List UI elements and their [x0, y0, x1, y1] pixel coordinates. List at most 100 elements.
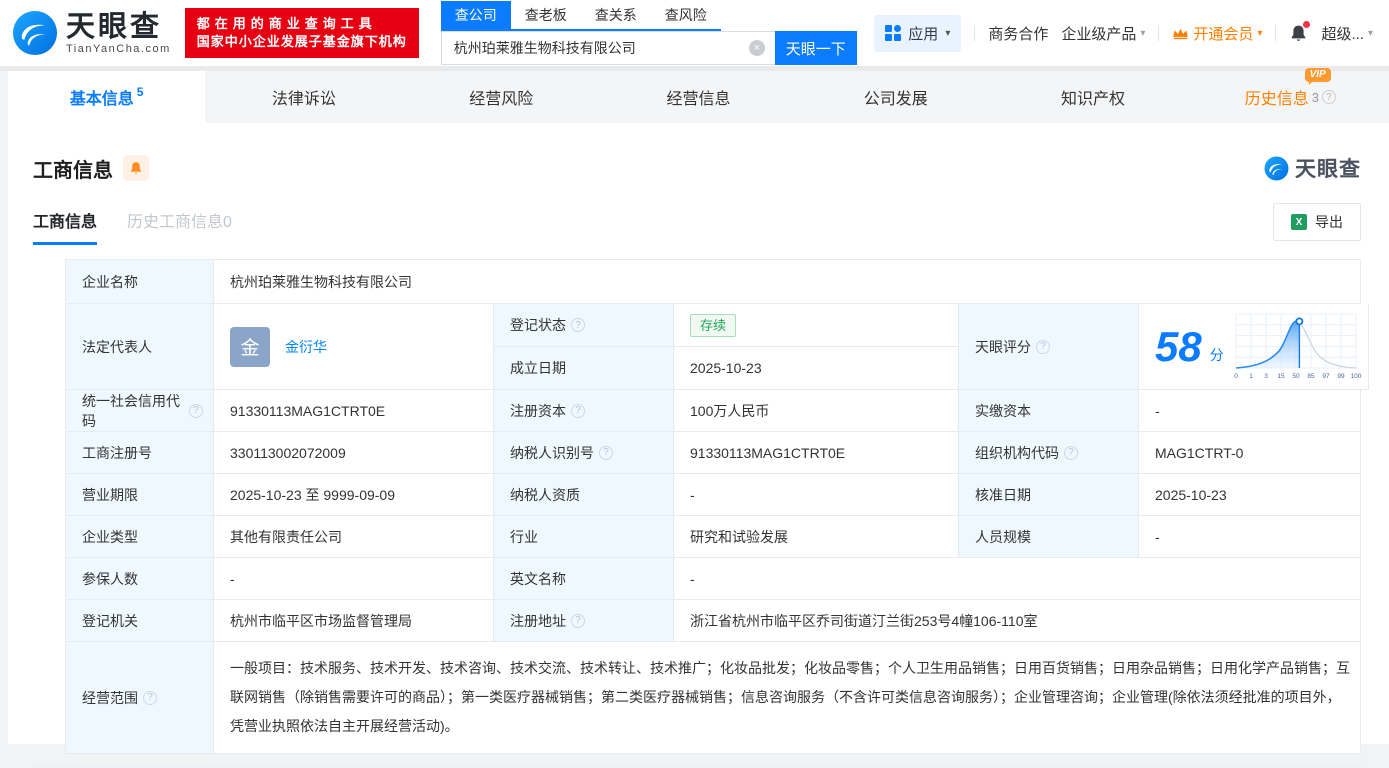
field-value-establish-date: 2025-10-23 [674, 347, 959, 390]
field-label-approval-date: 核准日期 [959, 474, 1139, 516]
subtab-business-info[interactable]: 工商信息 [33, 208, 98, 245]
tab-intellectual-property[interactable]: 知识产权 [994, 71, 1191, 123]
subtab-history-business-info[interactable]: 历史工商信息0 [127, 208, 232, 245]
field-label-registration-authority: 登记机关 [66, 600, 214, 642]
field-value-credit-code: 91330113MAG1CTRT0E [214, 390, 494, 432]
field-value-staff-size: - [1139, 516, 1361, 558]
help-icon[interactable]: ? [599, 445, 613, 460]
help-icon[interactable]: ? [1036, 339, 1050, 354]
nav-divider [1158, 25, 1160, 41]
field-value-paid-capital: - [1139, 390, 1361, 432]
tab-label: 经营信息 [666, 91, 731, 108]
help-icon[interactable]: ? [189, 403, 203, 418]
search-area: 查公司 查老板 查关系 查风险 × 天眼一下 [440, 1, 857, 65]
svg-text:85: 85 [1307, 373, 1315, 380]
field-value-company-type: 其他有限责任公司 [214, 516, 494, 558]
field-label-insured-count: 参保人数 [66, 558, 214, 600]
section-tabs: 基本信息 5 法律诉讼 经营风险 经营信息 公司发展 知识产权 VIP 历史信息… [8, 68, 1389, 123]
nav-super-vip[interactable]: 超级... ▾ [1321, 23, 1373, 44]
svg-text:15: 15 [1277, 373, 1285, 380]
field-label-english-name: 英文名称 [494, 558, 674, 600]
tab-label: 公司发展 [863, 91, 928, 108]
search-type-tabs: 查公司 查老板 查关系 查风险 [440, 1, 721, 31]
tianyancha-watermark: 天眼查 [1264, 153, 1361, 183]
nav-enterprise-products[interactable]: 企业级产品 ▾ [1061, 23, 1145, 44]
tab-count: 5 [136, 85, 144, 99]
chevron-down-icon: ▾ [1140, 27, 1146, 39]
field-label-registration-status: 登记状态 ? [494, 304, 674, 347]
help-icon[interactable]: ? [143, 690, 157, 705]
search-button[interactable]: 天眼一下 [774, 31, 857, 65]
tab-history-info[interactable]: VIP 历史信息 3 ? [1192, 68, 1389, 123]
table-row: 工商注册号 330113002072009 纳税人识别号 ? 91330113M… [66, 432, 1361, 474]
score-distribution-chart: 0 1 3 15 50 85 97 99 100 [1234, 313, 1362, 380]
notification-bell-icon[interactable] [1289, 20, 1311, 43]
field-label-company-name: 企业名称 [66, 260, 214, 304]
page-title: 工商信息 [33, 159, 113, 182]
tab-company-development[interactable]: 公司发展 [797, 71, 994, 123]
chevron-down-icon: ▾ [1257, 27, 1263, 39]
field-value-business-term: 2025-10-23 至 9999-09-09 [214, 474, 494, 516]
search-tab-relation[interactable]: 查关系 [581, 1, 651, 29]
field-label-establish-date: 成立日期 [494, 347, 674, 390]
open-vip-label: 开通会员 [1193, 25, 1254, 43]
super-vip-label: 超级... [1321, 25, 1364, 43]
field-label-paid-capital: 实缴资本 [959, 390, 1139, 432]
field-label-industry: 行业 [494, 516, 674, 558]
excel-icon: X [1291, 214, 1307, 230]
help-icon[interactable]: ? [571, 613, 585, 628]
section-separator [33, 763, 1361, 768]
avatar: 金 [230, 326, 270, 367]
field-value-company-name: 杭州珀莱雅生物科技有限公司 [214, 260, 1361, 304]
field-label-registration-number: 工商注册号 [66, 432, 214, 474]
brand-name: 天眼查 [66, 10, 163, 43]
nav-open-vip[interactable]: 开通会员 ▾ [1172, 23, 1262, 44]
tianyancha-logo[interactable]: 天眼查 TianYanCha.com [12, 10, 171, 56]
table-row: 营业期限 2025-10-23 至 9999-09-09 纳税人资质 - 核准日… [66, 474, 1361, 516]
search-input[interactable] [440, 31, 775, 65]
status-badge: 存续 [690, 313, 737, 337]
tab-legal-litigation[interactable]: 法律诉讼 [205, 71, 402, 123]
top-nav: 应用 ▾ 商务合作 企业级产品 ▾ 开通会员 ▾ 超级... ▾ [874, 14, 1373, 52]
tab-label: 法律诉讼 [271, 91, 336, 108]
legal-representative-link[interactable]: 金衍华 [285, 337, 327, 357]
search-tab-risk[interactable]: 查风险 [651, 1, 721, 29]
field-value-english-name: - [674, 558, 1361, 600]
clear-search-icon[interactable]: × [748, 40, 765, 56]
svg-text:99: 99 [1337, 373, 1345, 380]
field-label-credit-code: 统一社会信用代码 ? [66, 390, 214, 432]
field-value-tianyan-score: 58 分 0 1 3 15 50 85 97 99 100 [1139, 304, 1369, 390]
table-row: 登记机关 杭州市临平区市场监督管理局 注册地址 ? 浙江省杭州市临平区乔司街道汀… [66, 600, 1361, 642]
watermark-text: 天眼查 [1295, 158, 1361, 181]
field-value-approval-date: 2025-10-23 [1139, 474, 1361, 516]
help-icon[interactable]: ? [571, 318, 585, 332]
apps-menu[interactable]: 应用 ▾ [874, 14, 962, 52]
search-tab-company[interactable]: 查公司 [440, 1, 511, 29]
nav-business-coop[interactable]: 商务合作 [988, 23, 1048, 44]
bell-icon [131, 162, 141, 174]
subscribe-bell-button[interactable] [123, 155, 149, 181]
nav-divider [974, 25, 976, 41]
field-value-business-scope: 一般项目：技术服务、技术开发、技术咨询、技术交流、技术转让、技术推广；化妆品批发… [214, 642, 1361, 754]
tab-basic-info[interactable]: 基本信息 5 [8, 71, 206, 123]
help-icon[interactable]: ? [1064, 445, 1078, 460]
field-label-tianyan-score: 天眼评分 ? [959, 304, 1139, 390]
top-header: 天眼查 TianYanCha.com 都在用的商业查询工具 国家中小企业发展子基… [0, 0, 1389, 66]
tab-label: 基本信息 [69, 91, 134, 108]
svg-text:0: 0 [1234, 373, 1238, 380]
field-label-taxpayer-quality: 纳税人资质 [494, 474, 674, 516]
search-tab-boss[interactable]: 查老板 [511, 1, 581, 29]
business-info-table: 企业名称 杭州珀莱雅生物科技有限公司 法定代表人 金 金衍华 登记状态 ? 存续 [65, 259, 1369, 754]
apps-grid-icon [885, 25, 902, 41]
help-icon[interactable]: ? [1321, 90, 1336, 104]
field-value-taxpayer-id: 91330113MAG1CTRT0E [674, 432, 959, 474]
subtab-row: 工商信息 历史工商信息0 X 导出 [33, 203, 1361, 245]
tab-operating-risk[interactable]: 经营风险 [403, 71, 600, 123]
table-row: 企业类型 其他有限责任公司 行业 研究和试验发展 人员规模 - [66, 516, 1361, 558]
export-button[interactable]: X 导出 [1273, 203, 1361, 241]
chevron-down-icon: ▾ [1367, 27, 1373, 39]
field-label-taxpayer-id: 纳税人识别号 ? [494, 432, 674, 474]
tab-operating-info[interactable]: 经营信息 [600, 71, 797, 123]
field-value-registration-status: 存续 [674, 304, 959, 347]
help-icon[interactable]: ? [571, 403, 585, 418]
